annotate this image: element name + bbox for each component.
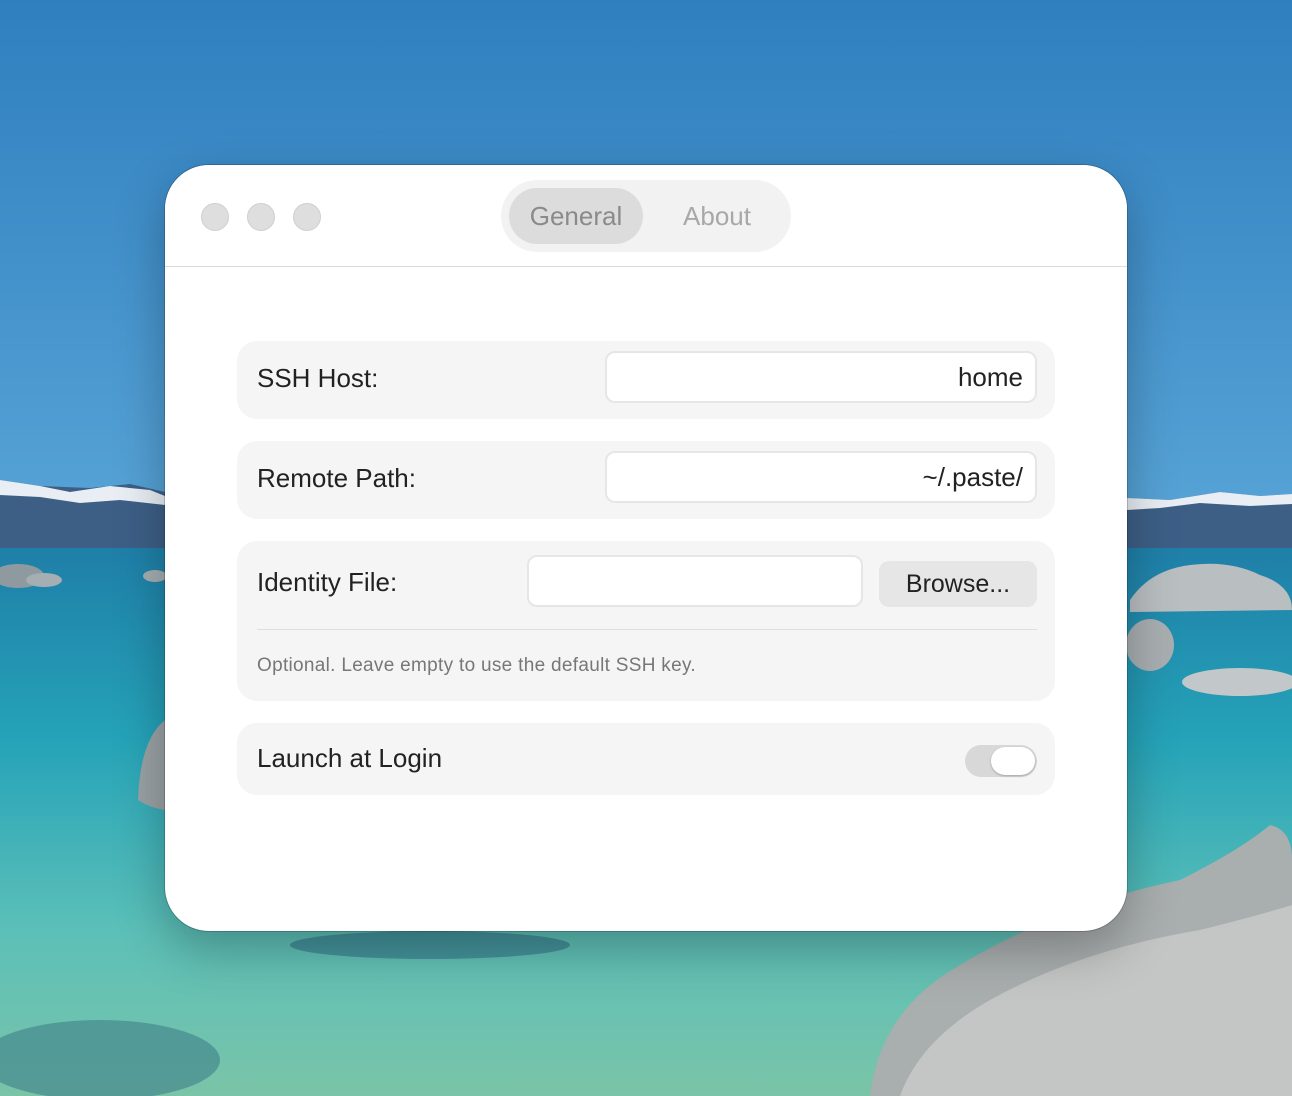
identity-file-hint: Optional. Leave empty to use the default… bbox=[257, 655, 696, 676]
identity-file-input[interactable] bbox=[527, 555, 863, 607]
toggle-knob bbox=[991, 747, 1035, 775]
launch-at-login-row: Launch at Login bbox=[237, 723, 1055, 795]
browse-button[interactable]: Browse... bbox=[879, 561, 1037, 607]
ssh-host-label: SSH Host: bbox=[257, 363, 379, 393]
divider bbox=[257, 629, 1037, 630]
tab-about[interactable]: About bbox=[651, 188, 783, 244]
remote-path-label: Remote Path: bbox=[257, 463, 416, 493]
launch-at-login-label: Launch at Login bbox=[257, 743, 443, 773]
identity-file-row: Identity File: Browse... Optional. Leave… bbox=[237, 541, 1055, 701]
tab-general[interactable]: General bbox=[509, 188, 643, 244]
tab-bar: General About bbox=[501, 180, 791, 252]
remote-path-row: Remote Path: bbox=[237, 441, 1055, 519]
identity-file-label: Identity File: bbox=[257, 567, 398, 597]
titlebar: General About bbox=[165, 165, 1127, 267]
ssh-host-input[interactable] bbox=[605, 351, 1037, 403]
close-icon[interactable] bbox=[201, 203, 229, 231]
zoom-icon[interactable] bbox=[293, 203, 321, 231]
remote-path-input[interactable] bbox=[605, 451, 1037, 503]
ssh-host-row: SSH Host: bbox=[237, 341, 1055, 419]
minimize-icon[interactable] bbox=[247, 203, 275, 231]
settings-window: General About SSH Host: Remote Path: Ide… bbox=[165, 165, 1127, 931]
launch-at-login-toggle[interactable] bbox=[965, 745, 1037, 777]
